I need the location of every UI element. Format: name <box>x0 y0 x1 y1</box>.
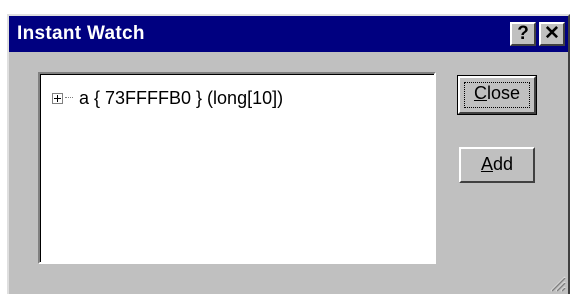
title-bar[interactable]: Instant Watch ? ✕ <box>9 16 568 52</box>
close-button[interactable]: Close <box>457 75 537 115</box>
focus-rectangle <box>464 82 530 108</box>
add-button[interactable]: Add <box>459 147 535 183</box>
resize-grip-icon[interactable] <box>548 274 566 292</box>
tree-item-label: a { 73FFFFB0 } (long[10]) <box>79 87 284 108</box>
watch-tree-list[interactable]: a { 73FFFFB0 } (long[10]) <box>38 72 436 264</box>
add-button-mnemonic: A <box>480 154 493 174</box>
window-title: Instant Watch <box>17 23 145 44</box>
instant-watch-dialog: Instant Watch ? ✕ a { 73FFFFB0 } (long[1… <box>7 14 570 294</box>
help-button[interactable]: ? <box>510 22 536 46</box>
tree-item[interactable]: a { 73FFFFB0 } (long[10]) <box>52 87 283 109</box>
expand-plus-icon[interactable] <box>52 92 63 104</box>
close-window-button[interactable]: ✕ <box>539 22 565 46</box>
tree-connector <box>65 97 73 99</box>
add-button-label: dd <box>492 154 514 174</box>
close-icon: ✕ <box>544 23 560 44</box>
